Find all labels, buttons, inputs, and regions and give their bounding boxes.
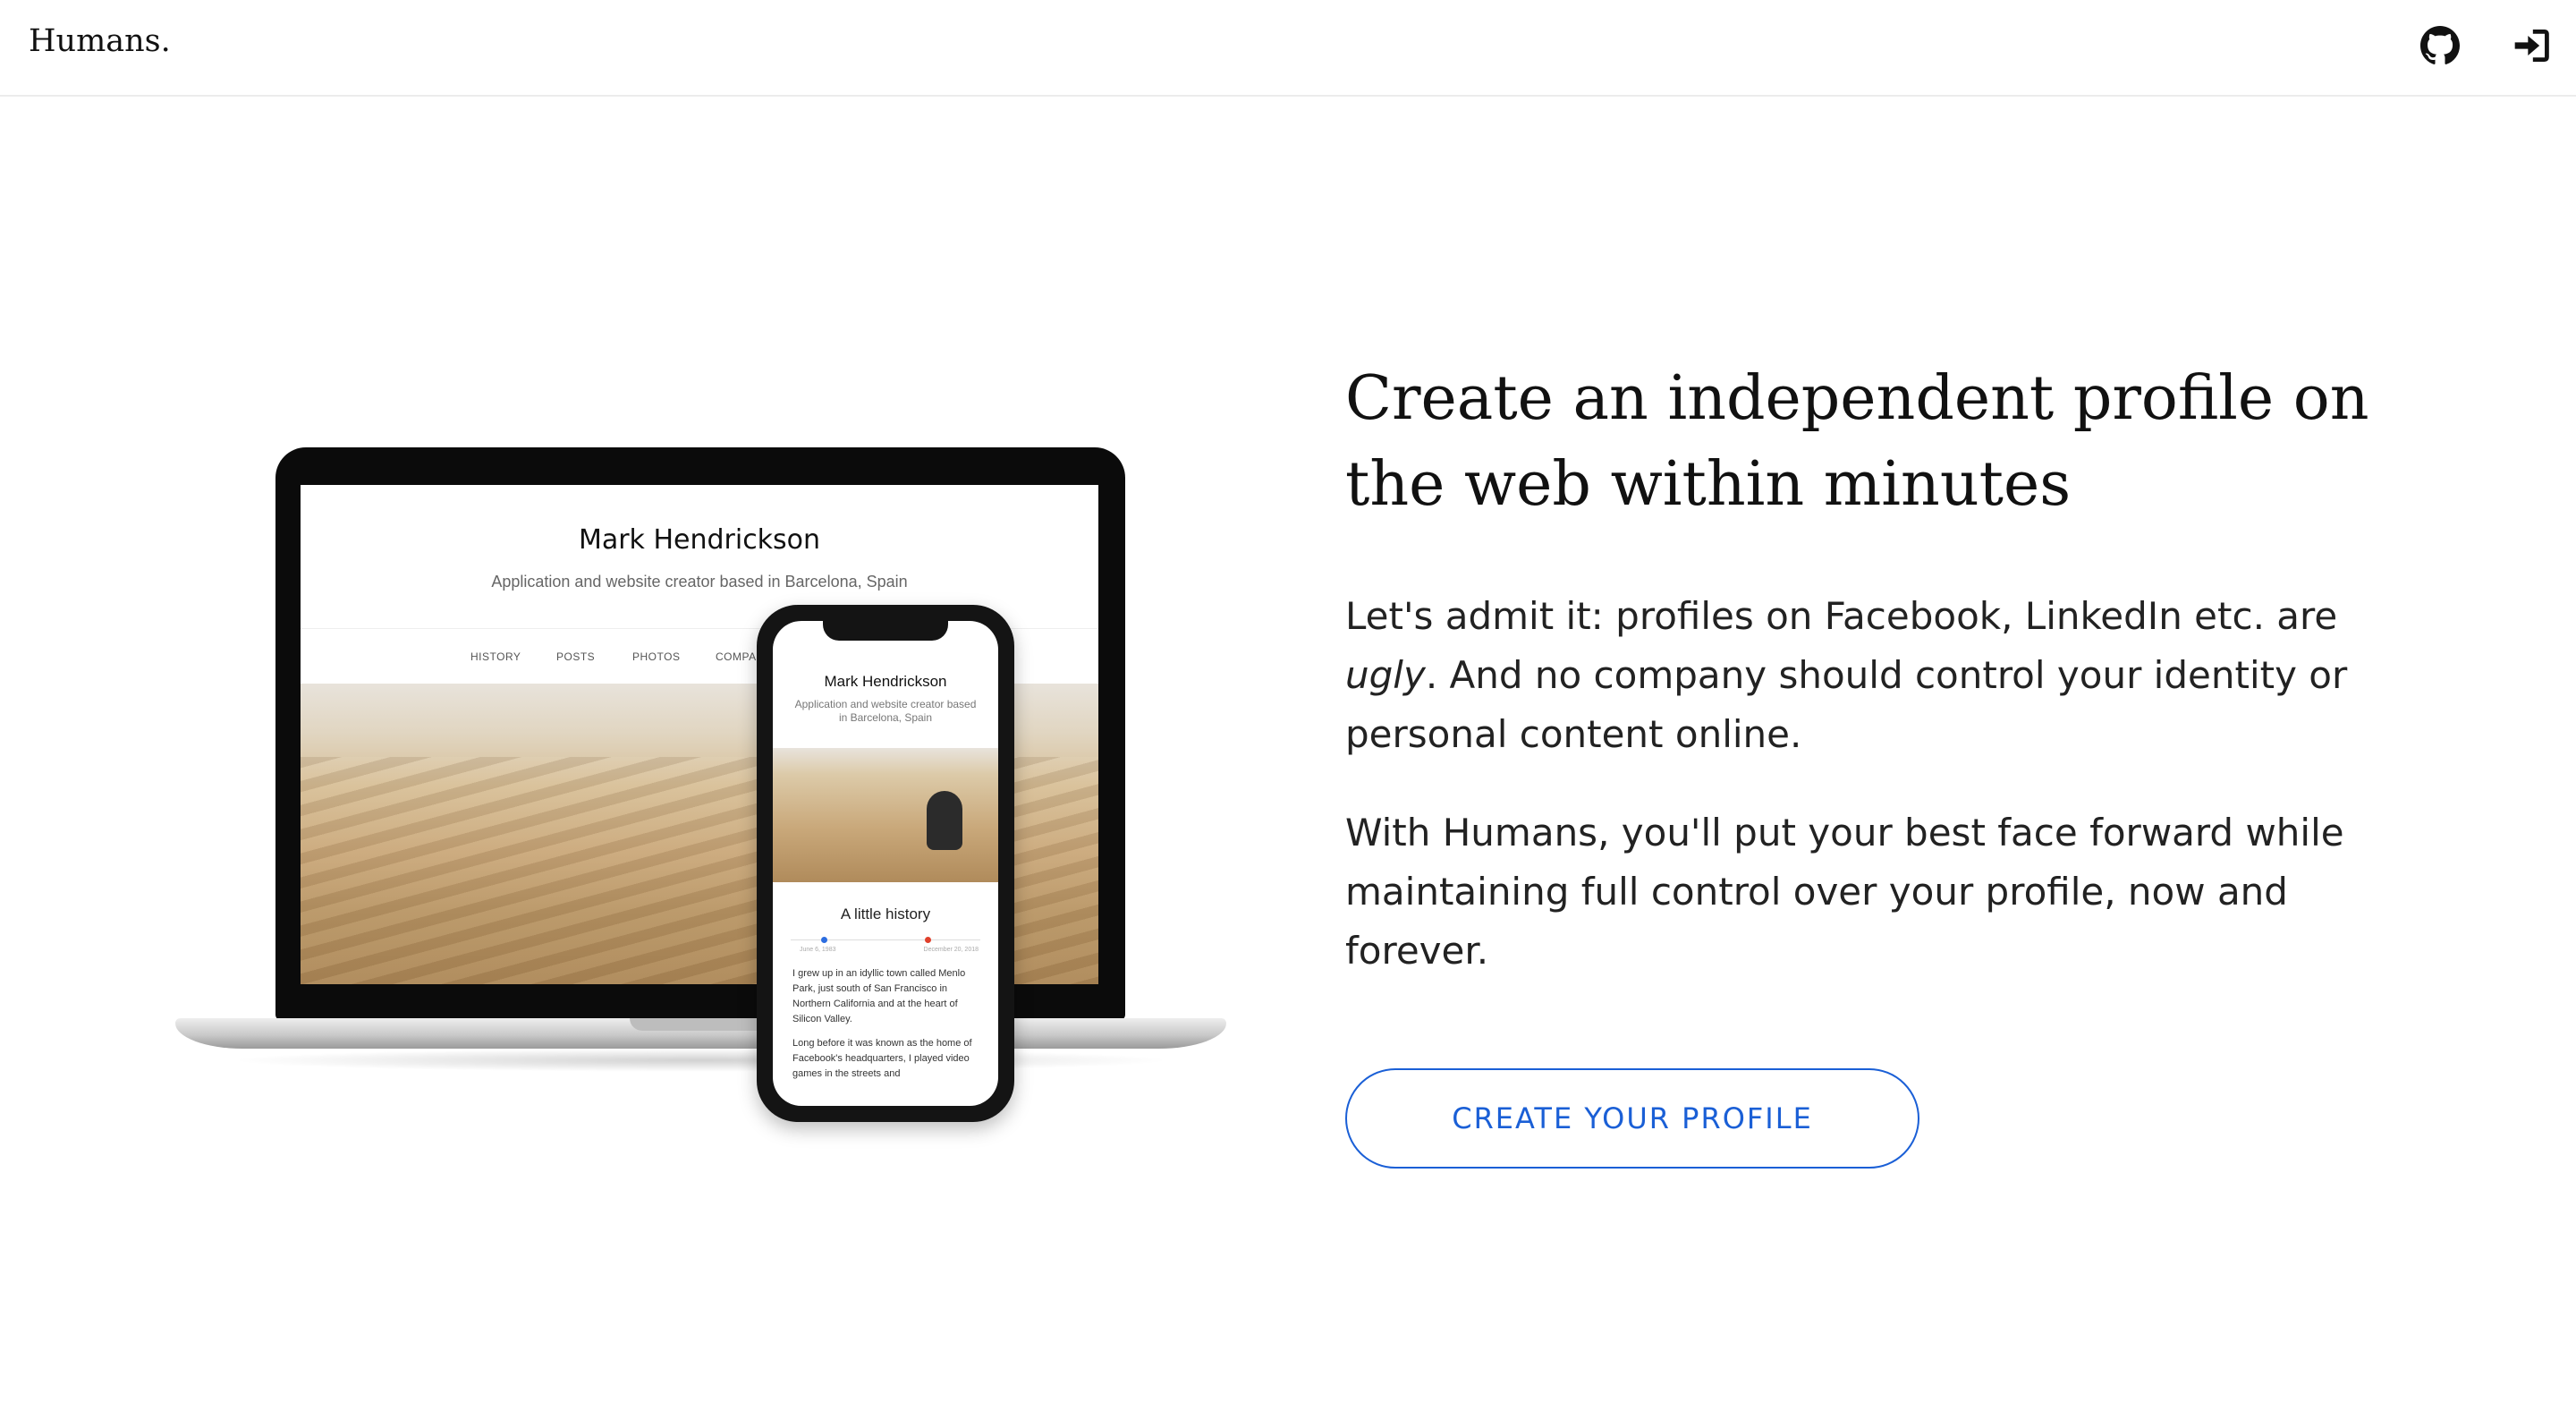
laptop-nav-photos: PHOTOS <box>632 650 681 663</box>
laptop-nav-posts: POSTS <box>556 650 596 663</box>
phone-mockup: Mark Hendrickson Application and website… <box>757 605 1014 1122</box>
timeline-dates: June 6, 1983 December 20, 2018 <box>800 947 979 953</box>
phone-screen: Mark Hendrickson Application and website… <box>773 621 998 1106</box>
phone-history-title: A little history <box>840 905 931 922</box>
device-mockup-illustration: Mark Hendrickson Application and website… <box>175 446 1226 1126</box>
github-icon[interactable] <box>2420 26 2460 65</box>
phone-history-paragraph-1: I grew up in an idyllic town called Menl… <box>792 968 966 1024</box>
hero-paragraph-1-end: . And no company should control your ide… <box>1345 653 2348 756</box>
laptop-profile-name: Mark Hendrickson <box>578 524 821 556</box>
hero-paragraph-1-emphasis: ugly <box>1345 653 1426 697</box>
phone-profile-subtitle: Application and website creator based in… <box>794 698 977 724</box>
hero-headline: Create an independent profile on the web… <box>1345 363 2369 520</box>
sign-in-icon[interactable] <box>2512 26 2551 65</box>
phone-history-body: I grew up in an idyllic town called Menl… <box>792 966 982 1082</box>
phone-cover-photo <box>773 748 998 882</box>
phone-notch <box>823 621 948 641</box>
hero-paragraph-1: Let's admit it: profiles on Facebook, Li… <box>1345 587 2383 764</box>
phone-history-paragraph-2: Long before it was known as the home of … <box>792 1038 972 1079</box>
timeline-line <box>791 939 980 940</box>
timeline-end-dot <box>925 937 931 943</box>
create-profile-button[interactable]: CREATE YOUR PROFILE <box>1345 1068 1919 1169</box>
laptop-nav-history: HISTORY <box>470 650 521 663</box>
laptop-profile-subtitle: Application and website creator based in… <box>491 573 908 591</box>
timeline-end-date: December 20, 2018 <box>923 947 979 953</box>
phone-profile-name: Mark Hendrickson <box>824 673 947 690</box>
hero-paragraph-1-start: Let's admit it: profiles on Facebook, Li… <box>1345 594 2338 638</box>
laptop-shadow <box>229 1049 1173 1072</box>
laptop-hinge-notch <box>630 1018 773 1031</box>
brand-logo[interactable]: Humans. <box>29 23 171 59</box>
person-silhouette <box>927 791 962 850</box>
top-navigation-bar: Humans. <box>0 0 2576 97</box>
timeline-start-date: June 6, 1983 <box>800 947 836 953</box>
hero-paragraph-2: With Humans, you'll put your best face f… <box>1345 811 2344 973</box>
timeline-start-dot <box>821 937 827 943</box>
